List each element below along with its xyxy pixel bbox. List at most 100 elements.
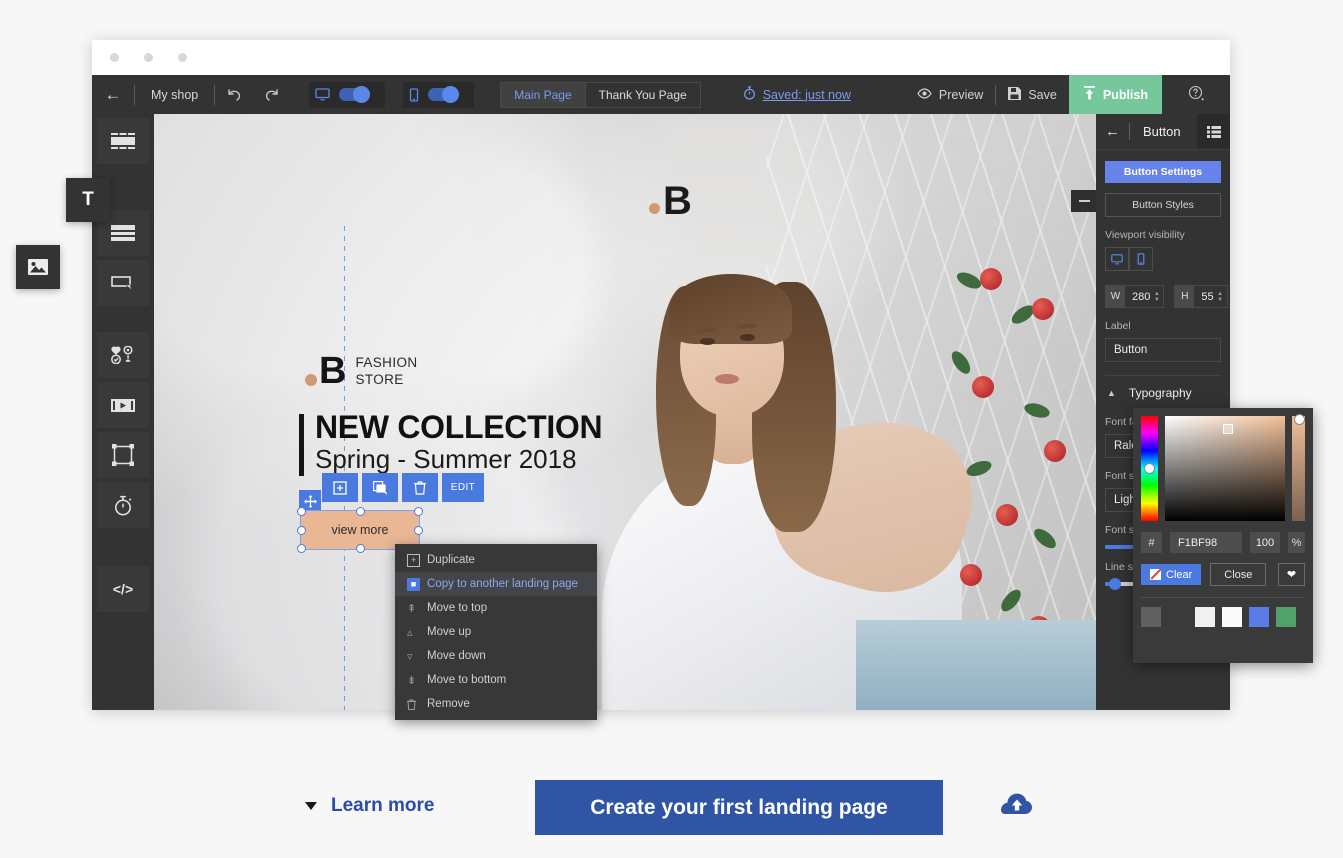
duplicate-icon[interactable] <box>322 473 358 502</box>
context-menu-item-move-to-bottom[interactable]: ⇟ Move to bottom <box>395 668 597 692</box>
window-dot-minimize[interactable] <box>144 53 153 62</box>
context-menu-item-remove[interactable]: Remove <box>395 692 597 716</box>
alpha-knob[interactable] <box>1294 414 1305 425</box>
resize-handle-s[interactable] <box>356 544 365 553</box>
create-landing-page-button[interactable]: Create your first landing page <box>535 780 943 835</box>
hero-headline-block[interactable]: NEW COLLECTION Spring - Summer 2018 <box>299 410 603 476</box>
browser-window: ← My shop Main Page Thank You Page Saved… <box>92 40 1230 720</box>
hash-symbol: # <box>1141 532 1162 553</box>
learn-more-link[interactable]: Learn more <box>305 795 434 817</box>
list-icon[interactable] <box>1197 114 1230 149</box>
height-tag: H <box>1175 286 1195 307</box>
tab-button-styles[interactable]: Button Styles <box>1105 193 1221 217</box>
viewport-desktop-toggle[interactable] <box>1105 247 1129 271</box>
alpha-slider[interactable] <box>1292 414 1305 521</box>
color-swatch-4[interactable] <box>1249 607 1269 627</box>
color-swatch-2[interactable] <box>1195 607 1215 627</box>
color-picker-popup: # F1BF98 100 % Clear Close ❤ <box>1133 408 1313 663</box>
clear-color-button[interactable]: Clear <box>1141 564 1202 585</box>
hue-knob[interactable] <box>1144 463 1155 474</box>
saved-link[interactable]: Saved: just now <box>763 88 851 102</box>
sidebar-item-code[interactable]: </> <box>97 566 149 612</box>
desktop-toggle[interactable] <box>339 86 371 103</box>
tab-main-page[interactable]: Main Page <box>501 82 585 107</box>
sidebar-item-blocks[interactable] <box>97 118 149 164</box>
resize-handle-sw[interactable] <box>297 544 306 553</box>
chevron-down-icon: ▿ <box>407 650 413 663</box>
resize-handle-w[interactable] <box>297 526 306 535</box>
help-button[interactable] <box>1162 75 1230 114</box>
trash-icon[interactable] <box>402 473 438 502</box>
context-menu-item-move-to-top[interactable]: ⇞ Move to top <box>395 596 597 620</box>
context-menu-label: Copy to another landing page <box>427 578 578 590</box>
mobile-toggle[interactable] <box>428 86 460 103</box>
color-swatch-1[interactable] <box>1168 607 1188 627</box>
page-tabs: Main Page Thank You Page <box>500 81 701 108</box>
brand-line2: STORE <box>355 371 404 387</box>
redo-icon[interactable] <box>253 75 291 114</box>
publish-button[interactable]: Publish <box>1068 75 1162 114</box>
height-stepper[interactable]: ▲ ▼ <box>1214 291 1227 303</box>
cloud-upload-icon[interactable] <box>1001 793 1033 817</box>
color-swatch-5[interactable] <box>1276 607 1296 627</box>
canvas[interactable] <box>154 114 1096 710</box>
width-field[interactable]: W 280 ▲ ▼ <box>1105 285 1165 308</box>
learn-more-label: Learn more <box>331 795 435 816</box>
text-icon[interactable]: T <box>66 178 110 222</box>
sidebar-item-social[interactable] <box>97 332 149 378</box>
duplicate-icon: + <box>407 553 427 567</box>
hero-subheadline: Spring - Summer 2018 <box>315 443 577 474</box>
saturation-value-area[interactable] <box>1165 416 1285 521</box>
context-menu-item-copy-page[interactable]: ■ Copy to another landing page <box>395 572 597 596</box>
button-label-input[interactable]: Button <box>1105 338 1221 362</box>
context-menu-label: Duplicate <box>427 554 475 566</box>
tab-thank-you-page[interactable]: Thank You Page <box>584 82 700 107</box>
height-field[interactable]: H 55 ▲ ▼ <box>1174 285 1228 308</box>
close-picker-button[interactable]: Close <box>1210 563 1267 586</box>
color-swatch-0[interactable] <box>1141 607 1161 627</box>
brand-logo[interactable]: B FASHION STORE <box>305 352 418 390</box>
tab-button-settings[interactable]: Button Settings <box>1105 161 1221 183</box>
upload-icon <box>1083 86 1096 103</box>
image-icon[interactable] <box>16 245 60 289</box>
hex-input[interactable]: F1BF98 <box>1170 532 1242 553</box>
save-button[interactable]: Save <box>996 75 1069 114</box>
height-value[interactable]: 55 <box>1194 291 1213 303</box>
hue-slider[interactable] <box>1141 416 1158 521</box>
label-caption: Label <box>1105 320 1131 332</box>
editor-toolbar: ← My shop Main Page Thank You Page Saved… <box>92 75 1230 114</box>
preview-button[interactable]: Preview <box>905 75 995 114</box>
context-menu-item-duplicate[interactable]: + Duplicate <box>395 548 597 572</box>
edit-button[interactable]: EDIT <box>442 473 484 502</box>
window-dot-maximize[interactable] <box>178 53 187 62</box>
eye-right <box>740 334 755 341</box>
eye-icon <box>917 87 932 102</box>
shop-name: My shop <box>151 87 199 102</box>
typography-accordion[interactable]: ▲ Typography <box>1105 376 1221 404</box>
heart-icon[interactable]: ❤ <box>1278 563 1305 586</box>
resize-handle-n[interactable] <box>356 507 365 516</box>
context-menu-item-move-down[interactable]: ▿ Move down <box>395 644 597 668</box>
width-value[interactable]: 280 <box>1125 291 1150 303</box>
opacity-input[interactable]: 100 <box>1250 532 1280 553</box>
viewport-mobile-toggle[interactable] <box>1129 247 1153 271</box>
sidebar-item-video[interactable] <box>97 382 149 428</box>
sidebar-item-frame[interactable] <box>97 432 149 478</box>
color-swatch-3[interactable] <box>1222 607 1242 627</box>
resize-handle-ne[interactable] <box>414 507 423 516</box>
context-menu-label: Move up <box>427 626 472 638</box>
undo-icon[interactable] <box>215 75 253 114</box>
width-stepper[interactable]: ▲ ▼ <box>1150 291 1163 303</box>
color-picker-gradients <box>1141 414 1305 521</box>
sidebar-item-timer[interactable] <box>97 482 149 528</box>
resize-handle-e[interactable] <box>414 526 423 535</box>
back-button[interactable]: ← <box>92 85 134 105</box>
copy-icon[interactable] <box>362 473 398 502</box>
resize-handle-nw[interactable] <box>297 507 306 516</box>
sidebar-item-button[interactable] <box>97 260 149 306</box>
sv-knob[interactable] <box>1222 424 1233 434</box>
panel-back-button[interactable]: ← <box>1096 123 1129 140</box>
window-dot-close[interactable] <box>110 53 119 62</box>
context-menu-item-move-up[interactable]: ▵ Move up <box>395 620 597 644</box>
collapse-panel-button[interactable] <box>1071 190 1097 212</box>
